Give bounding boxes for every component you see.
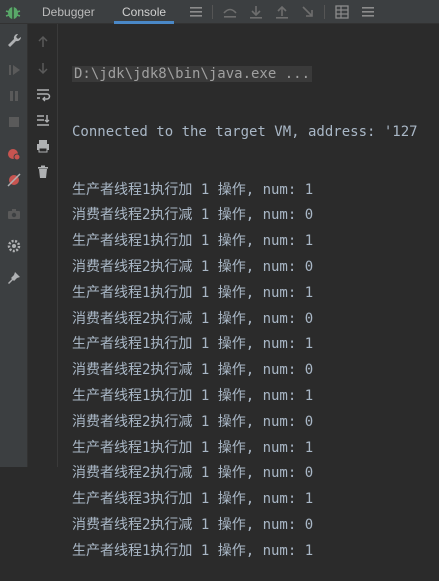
soft-wrap-icon[interactable] xyxy=(35,86,51,102)
table-icon[interactable] xyxy=(334,4,350,20)
console-connected-line: Connected to the target VM, address: '12… xyxy=(72,123,418,140)
console-line: 生产者线程1执行加 1 操作, num: 1 xyxy=(72,284,314,301)
run-to-cursor-icon[interactable] xyxy=(300,4,316,20)
console-line: 消费者线程2执行减 1 操作, num: 0 xyxy=(72,362,314,379)
settings-icon[interactable] xyxy=(6,238,22,254)
console-line: 消费者线程2执行减 1 操作, num: 0 xyxy=(72,465,314,482)
step-into-icon[interactable] xyxy=(248,4,264,20)
stop-icon[interactable] xyxy=(6,114,22,130)
wrench-icon[interactable] xyxy=(6,32,22,48)
print-icon[interactable] xyxy=(35,138,51,154)
console-line: 消费者线程2执行减 1 操作, num: 0 xyxy=(72,413,314,430)
console-line: 消费者线程2执行减 1 操作, num: 0 xyxy=(72,258,314,275)
debug-actions-strip xyxy=(0,24,28,467)
arrow-up-icon[interactable] xyxy=(35,34,51,50)
console-line: 消费者线程2执行减 1 操作, num: 0 xyxy=(72,310,314,327)
tab-console[interactable]: Console xyxy=(114,0,175,24)
scroll-to-end-icon[interactable] xyxy=(35,112,51,128)
console-line: 生产者线程1执行加 1 操作, num: 1 xyxy=(72,387,314,404)
step-over-icon[interactable] xyxy=(222,4,238,20)
console-output[interactable]: D:\jdk\jdk8\bin\java.exe ... Connected t… xyxy=(72,30,439,581)
arrow-down-icon[interactable] xyxy=(35,60,51,76)
console-command-line[interactable]: D:\jdk\jdk8\bin\java.exe ... xyxy=(72,62,439,88)
step-out-icon[interactable] xyxy=(274,4,290,20)
console-line: 消费者线程2执行减 1 操作, num: 0 xyxy=(72,207,314,224)
console-log-lines: 生产者线程1执行加 1 操作, num: 1 消费者线程2执行减 1 操作, nu… xyxy=(72,178,439,565)
java-command[interactable]: D:\jdk\jdk8\bin\java.exe ... xyxy=(72,66,313,82)
console-line: 生产者线程3执行加 1 操作, num: 1 xyxy=(72,491,314,508)
debug-bug-icon[interactable] xyxy=(4,3,22,21)
console-line: 生产者线程1执行加 1 操作, num: 1 xyxy=(72,233,314,250)
console-line: 生产者线程1执行加 1 操作, num: 1 xyxy=(72,439,314,456)
pause-icon[interactable] xyxy=(6,88,22,104)
console-line: 生产者线程1执行加 1 操作, num: 1 xyxy=(72,336,314,353)
pin-icon[interactable] xyxy=(6,270,22,286)
console-line: 消费者线程2执行减 1 操作, num: 0 xyxy=(72,516,314,533)
menu-lines-icon[interactable] xyxy=(188,4,204,20)
trash-icon[interactable] xyxy=(35,164,51,180)
console-line: 生产者线程1执行加 1 操作, num: 1 xyxy=(72,542,314,559)
breakpoints-icon[interactable] xyxy=(6,146,22,162)
tab-debugger[interactable]: Debugger xyxy=(34,0,103,24)
console-actions-strip xyxy=(28,24,58,467)
console-line: 生产者线程1执行加 1 操作, num: 1 xyxy=(72,181,314,198)
toolbar-separator xyxy=(324,5,325,19)
toolbar-separator xyxy=(212,5,213,19)
camera-icon[interactable] xyxy=(6,206,22,222)
debug-toolbar: Debugger Console xyxy=(0,0,439,24)
more-icon[interactable] xyxy=(360,4,376,20)
mute-breakpoints-icon[interactable] xyxy=(6,172,22,188)
resume-icon[interactable] xyxy=(6,62,22,78)
